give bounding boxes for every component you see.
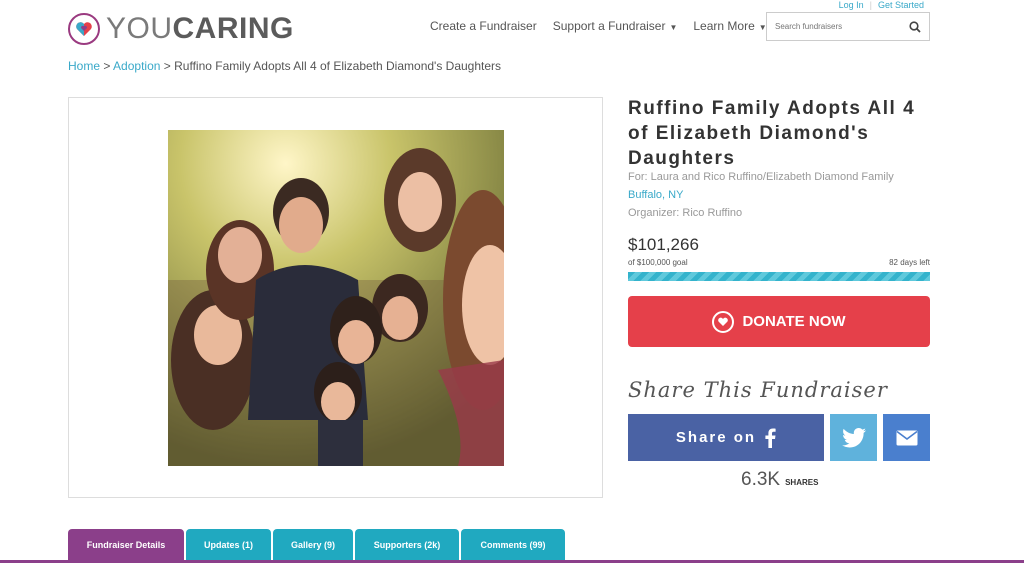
goal-row: of $100,000 goal 82 days left bbox=[628, 258, 930, 267]
nav-support-fundraiser[interactable]: Support a Fundraiser ▼ bbox=[553, 19, 678, 33]
twitter-icon bbox=[841, 427, 866, 447]
tab-updates[interactable]: Updates (1) bbox=[186, 529, 271, 560]
breadcrumb-sep: > bbox=[163, 59, 171, 73]
nav-learn-more[interactable]: Learn More ▼ bbox=[693, 19, 766, 33]
progress-fill bbox=[628, 272, 930, 281]
logo-text: YOUCARING bbox=[106, 12, 294, 45]
amount-raised: $101,266 bbox=[628, 235, 699, 254]
facebook-share-button[interactable]: Share on bbox=[628, 414, 824, 461]
divider: | bbox=[869, 0, 872, 10]
share-count-label: SHARES bbox=[785, 478, 819, 487]
caret-down-icon: ▼ bbox=[669, 23, 678, 32]
breadcrumb-current: Ruffino Family Adopts All 4 of Elizabeth… bbox=[174, 59, 502, 73]
share-heading: Share This Fundraiser bbox=[628, 378, 888, 402]
organizer-text: Organizer: Rico Ruffino bbox=[628, 207, 743, 219]
breadcrumb-sep: > bbox=[103, 59, 111, 73]
fundraiser-photo-frame bbox=[68, 97, 603, 498]
facebook-icon bbox=[765, 428, 776, 448]
breadcrumb: Home > Adoption > Ruffino Family Adopts … bbox=[68, 59, 501, 73]
top-links: Log In | Get Started bbox=[839, 0, 924, 10]
heart-hand-icon bbox=[712, 310, 735, 333]
envelope-icon bbox=[896, 430, 917, 445]
fundraiser-tabs: Fundraiser Details Updates (1) Gallery (… bbox=[68, 529, 565, 560]
get-started-link[interactable]: Get Started bbox=[878, 0, 924, 10]
tab-comments[interactable]: Comments (99) bbox=[461, 529, 565, 560]
logo[interactable]: YOUCARING bbox=[68, 12, 294, 46]
days-left: 82 days left bbox=[889, 258, 930, 267]
search-input[interactable] bbox=[775, 22, 895, 31]
twitter-share-button[interactable] bbox=[830, 414, 877, 461]
share-count-number: 6.3K bbox=[741, 469, 781, 490]
facebook-share-label: Share on bbox=[675, 429, 757, 446]
heart-logo-icon bbox=[68, 13, 100, 45]
beneficiary-text: For: Laura and Rico Ruffino/Elizabeth Di… bbox=[628, 171, 894, 183]
tab-supporters[interactable]: Supporters (2k) bbox=[355, 529, 459, 560]
search-icon[interactable] bbox=[909, 20, 921, 33]
tab-gallery[interactable]: Gallery (9) bbox=[273, 529, 353, 560]
progress-bar bbox=[628, 272, 930, 281]
goal-text: of $100,000 goal bbox=[628, 258, 688, 267]
breadcrumb-home[interactable]: Home bbox=[68, 59, 100, 73]
main-nav: Create a Fundraiser Support a Fundraiser… bbox=[430, 19, 767, 33]
share-count: 6.3K SHARES bbox=[741, 469, 818, 491]
fundraiser-title: Ruffino Family Adopts All 4 of Elizabeth… bbox=[628, 98, 916, 169]
donate-button[interactable]: DONATE NOW bbox=[628, 296, 930, 347]
search-box bbox=[766, 12, 930, 41]
fundraiser-photo[interactable] bbox=[168, 130, 504, 466]
nav-create-fundraiser[interactable]: Create a Fundraiser bbox=[430, 19, 537, 33]
location-link[interactable]: Buffalo, NY bbox=[628, 189, 683, 201]
breadcrumb-adoption[interactable]: Adoption bbox=[113, 59, 160, 73]
tab-fundraiser-details[interactable]: Fundraiser Details bbox=[68, 529, 184, 560]
login-link[interactable]: Log In bbox=[839, 0, 864, 10]
email-share-button[interactable] bbox=[883, 414, 930, 461]
donate-label: DONATE NOW bbox=[742, 313, 846, 330]
